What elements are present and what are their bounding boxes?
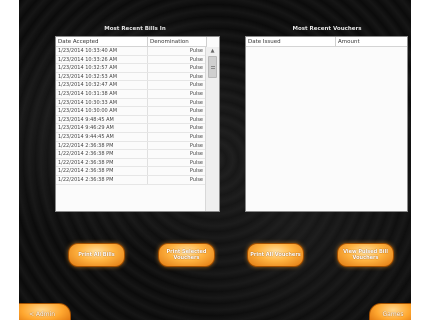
row-date: 1/23/2014 10:30:33 AM xyxy=(56,98,148,107)
print-all-vouchers-button[interactable]: Print All Vouchers xyxy=(247,243,304,267)
table-row[interactable]: 1/22/2014 2:36:38 PM Pulse xyxy=(56,158,206,168)
scroll-thumb[interactable] xyxy=(208,56,217,78)
row-denomination: Pulse xyxy=(189,142,203,149)
table-row[interactable]: 1/23/2014 10:32:53 AM Pulse xyxy=(56,72,206,82)
bills-table[interactable]: Date Accepted Denomination 1/23/2014 10:… xyxy=(55,36,220,212)
row-denomination: Pulse xyxy=(189,151,203,158)
grip-line-icon xyxy=(211,68,215,69)
table-row[interactable]: 1/23/2014 10:31:38 AM Pulse xyxy=(56,89,206,99)
row-date: 1/23/2014 10:30:00 AM xyxy=(56,107,148,115)
games-button[interactable]: Games xyxy=(369,303,411,320)
column-header-denomination[interactable]: Denomination xyxy=(148,37,207,47)
row-denomination: Pulse xyxy=(189,116,203,123)
print-selected-vouchers-button[interactable]: Print Selected Vouchers xyxy=(158,243,215,267)
row-date: 1/22/2014 2:36:38 PM xyxy=(56,150,148,158)
row-denomination: Pulse xyxy=(189,176,203,183)
table-row[interactable]: 1/23/2014 9:46:29 AM Pulse xyxy=(56,124,206,133)
table-row[interactable]: 1/23/2014 10:30:33 AM Pulse xyxy=(56,98,206,108)
print-all-bills-button[interactable]: Print All Bills xyxy=(68,243,125,267)
row-date: 1/23/2014 9:44:45 AM xyxy=(56,132,148,141)
table-row[interactable]: 1/23/2014 10:33:26 AM Pulse xyxy=(56,55,206,65)
row-denomination: Pulse xyxy=(189,56,203,63)
table-row[interactable]: 1/22/2014 2:36:38 PM Pulse xyxy=(56,175,206,185)
row-date: 1/22/2014 2:36:38 PM xyxy=(56,141,148,150)
table-row[interactable]: 1/22/2014 2:36:38 PM Pulse xyxy=(56,150,206,159)
column-header-amount[interactable]: Amount xyxy=(336,37,407,47)
column-header-date-issued[interactable]: Date Issued xyxy=(246,37,336,47)
row-date: 1/23/2014 10:32:47 AM xyxy=(56,81,148,89)
table-row[interactable]: 1/22/2014 2:36:38 PM Pulse xyxy=(56,141,206,151)
table-row[interactable]: 1/23/2014 10:33:40 AM Pulse xyxy=(56,47,206,56)
scroll-up-arrow-icon[interactable]: ▲ xyxy=(206,47,219,55)
table-row[interactable]: 1/23/2014 9:44:45 AM Pulse xyxy=(56,132,206,142)
table-row[interactable]: 1/23/2014 10:32:57 AM Pulse xyxy=(56,64,206,73)
bills-rows: 1/23/2014 10:33:40 AM Pulse 1/23/2014 10:… xyxy=(56,47,206,185)
row-date: 1/22/2014 2:36:38 PM xyxy=(56,175,148,184)
admin-back-button[interactable]: < Admin xyxy=(19,303,71,320)
row-denomination: Pulse xyxy=(189,48,203,54)
row-denomination: Pulse xyxy=(189,82,203,89)
bills-scrollbar[interactable]: ▲ xyxy=(205,47,219,211)
table-row[interactable]: 1/23/2014 10:30:00 AM Pulse xyxy=(56,107,206,116)
column-header-date-accepted[interactable]: Date Accepted xyxy=(56,37,148,47)
row-denomination: Pulse xyxy=(189,133,203,140)
row-date: 1/23/2014 10:33:26 AM xyxy=(56,55,148,64)
row-denomination: Pulse xyxy=(189,108,203,115)
row-denomination: Pulse xyxy=(189,99,203,106)
row-date: 1/22/2014 2:36:38 PM xyxy=(56,167,148,175)
row-date: 1/23/2014 9:48:45 AM xyxy=(56,115,148,124)
vouchers-panel-title: Most Recent Vouchers xyxy=(292,26,362,32)
row-date: 1/23/2014 10:32:57 AM xyxy=(56,64,148,72)
grip-line-icon xyxy=(211,66,215,67)
row-denomination: Pulse xyxy=(189,125,203,132)
row-denomination: Pulse xyxy=(189,65,203,72)
row-date: 1/23/2014 10:32:53 AM xyxy=(56,72,148,81)
row-denomination: Pulse xyxy=(189,73,203,80)
row-denomination: Pulse xyxy=(189,168,203,175)
row-denomination: Pulse xyxy=(189,159,203,166)
row-date: 1/23/2014 10:31:38 AM xyxy=(56,89,148,98)
vouchers-table[interactable]: Date Issued Amount xyxy=(245,36,408,212)
table-row[interactable]: 1/23/2014 10:32:47 AM Pulse xyxy=(56,81,206,90)
table-row[interactable]: 1/22/2014 2:36:38 PM Pulse xyxy=(56,167,206,176)
bills-panel-title: Most Recent Bills In xyxy=(104,26,166,32)
row-denomination: Pulse xyxy=(189,90,203,97)
row-date: 1/23/2014 10:33:40 AM xyxy=(56,47,148,55)
kiosk-screen: Most Recent Bills In Date Accepted Denom… xyxy=(19,0,411,320)
row-date: 1/22/2014 2:36:38 PM xyxy=(56,158,148,167)
row-date: 1/23/2014 9:46:29 AM xyxy=(56,124,148,132)
table-row[interactable]: 1/23/2014 9:48:45 AM Pulse xyxy=(56,115,206,125)
view-pulsed-bill-vouchers-button[interactable]: View Pulsed Bill Vouchers xyxy=(337,243,394,267)
